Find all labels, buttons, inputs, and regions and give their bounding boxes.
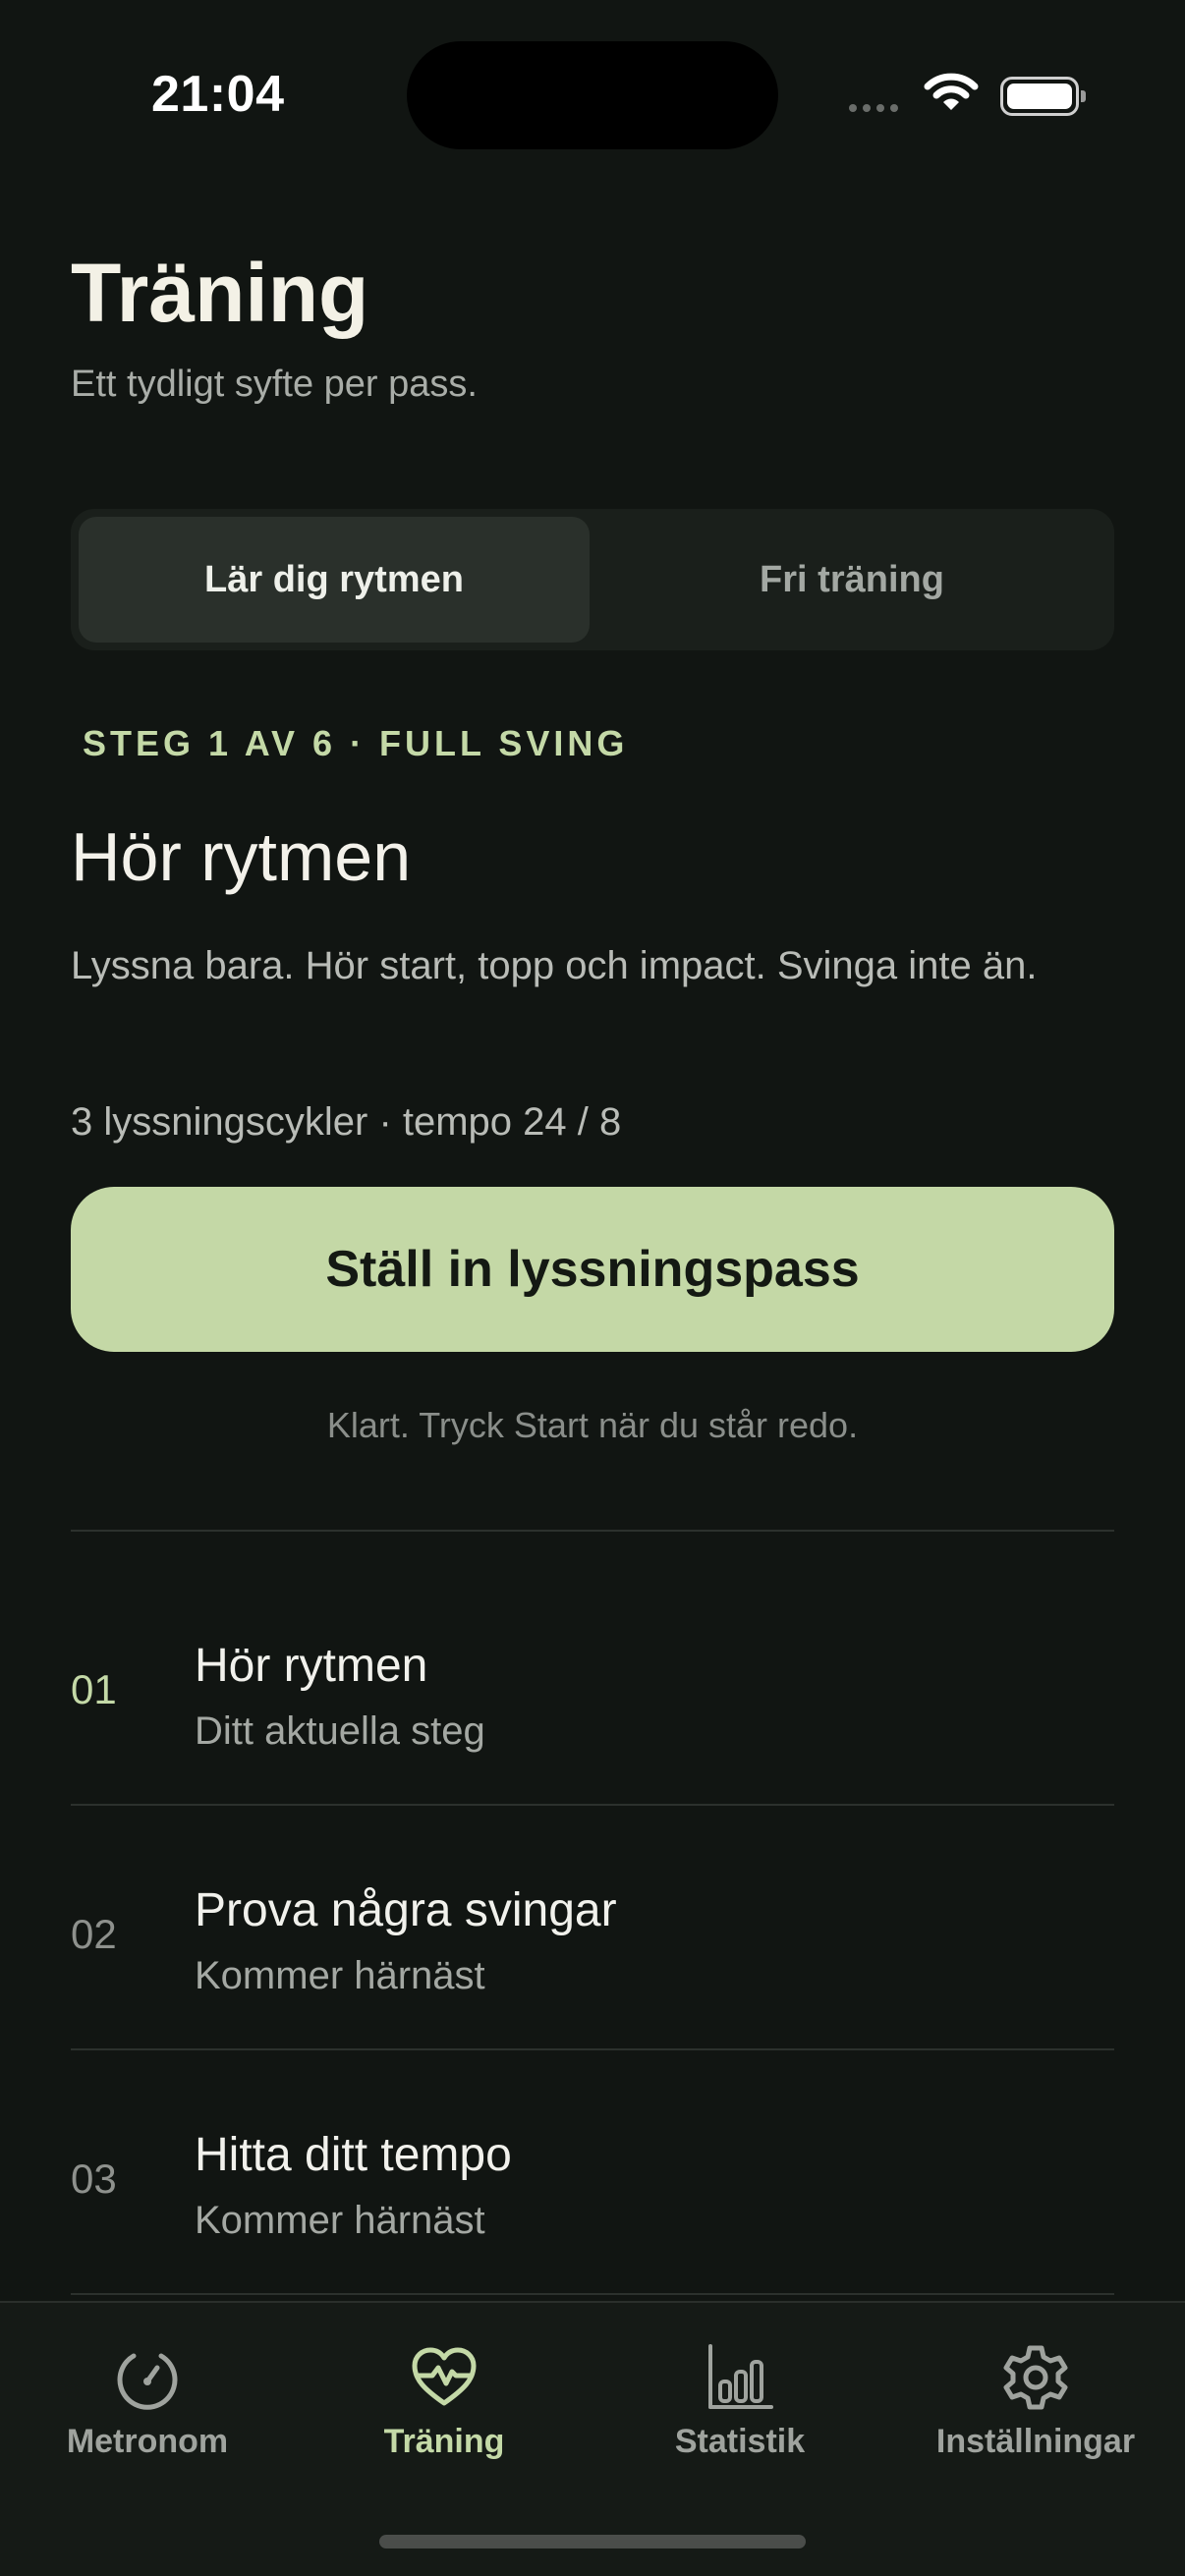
divider — [71, 1804, 1114, 1806]
tab-statistics[interactable]: Statistik — [612, 2342, 868, 2480]
step-meta: 3 lyssningscykler · tempo 24 / 8 — [71, 1100, 622, 1144]
step-overline: STEG 1 AV 6 · FULL SVING — [83, 723, 629, 763]
tab-settings[interactable]: Inställningar — [908, 2342, 1163, 2480]
ready-hint: Klart. Tryck Start när du står redo. — [326, 1405, 859, 1445]
home-indicator — [379, 2535, 806, 2548]
divider — [71, 1530, 1114, 1532]
training-screen: 21:04 Träning Ett tydligt syfte per pass… — [0, 0, 1185, 2576]
segment-free-training[interactable]: Fri träning — [597, 517, 1106, 643]
step-item-subtitle: Ditt aktuella steg — [195, 1709, 485, 1753]
step-number: 03 — [71, 2156, 117, 2202]
segment-learn-rhythm[interactable]: Lär dig rytmen — [79, 517, 590, 643]
step-list-item[interactable]: 03 Hitta ditt tempo Kommer härnäst — [71, 2061, 1114, 2307]
tab-label: Statistik — [674, 2423, 806, 2460]
wifi-icon — [924, 73, 979, 110]
tab-metronome[interactable]: Metronom — [20, 2342, 275, 2480]
status-time: 21:04 — [151, 66, 285, 123]
step-list-item[interactable]: 01 Hör rytmen Ditt aktuella steg — [71, 1572, 1114, 1818]
cellular-signal-icon — [849, 104, 898, 112]
step-number: 02 — [71, 1911, 117, 1957]
tab-training[interactable]: Träning — [316, 2342, 572, 2480]
battery-icon — [1000, 77, 1086, 116]
setup-listening-session-button[interactable]: Ställ in lyssningspass — [71, 1187, 1114, 1352]
tab-label: Inställningar — [935, 2423, 1136, 2460]
mode-segmented-control: Lär dig rytmen Fri träning — [71, 509, 1114, 650]
tab-label: Metronom — [66, 2423, 229, 2460]
divider — [71, 2293, 1114, 2295]
page-title: Träning — [71, 247, 369, 339]
heart-pulse-icon — [412, 2347, 477, 2406]
step-list-item[interactable]: 02 Prova några svingar Kommer härnäst — [71, 1817, 1114, 2062]
tab-label: Träning — [383, 2423, 505, 2460]
step-item-subtitle: Kommer härnäst — [195, 1954, 485, 1997]
step-description: Lyssna bara. Hör start, topp och impact.… — [71, 944, 1038, 987]
bar-chart-icon — [708, 2344, 773, 2409]
page-subtitle: Ett tydligt syfte per pass. — [71, 364, 478, 405]
step-item-subtitle: Kommer härnäst — [195, 2199, 485, 2242]
setup-listening-session-label: Ställ in lyssningspass — [325, 1241, 860, 1298]
step-title: Hör rytmen — [71, 818, 412, 895]
step-item-title: Prova några svingar — [195, 1884, 617, 1936]
step-item-title: Hitta ditt tempo — [195, 2129, 512, 2181]
step-item-title: Hör rytmen — [195, 1640, 428, 1692]
gear-icon — [1003, 2345, 1068, 2410]
divider — [71, 2048, 1114, 2050]
metronome-dial-icon — [117, 2353, 178, 2410]
dynamic-island — [407, 41, 778, 149]
step-number: 01 — [71, 1666, 117, 1712]
